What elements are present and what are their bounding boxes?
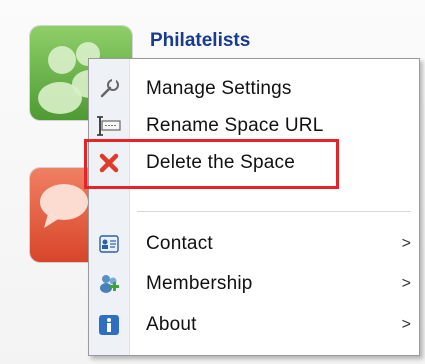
submenu-arrow-icon: > bbox=[401, 316, 411, 333]
context-menu: Manage Settings Rename Space URL Delete … bbox=[88, 58, 420, 356]
contact-card-icon bbox=[89, 234, 129, 254]
delete-highlight-box bbox=[84, 139, 339, 189]
menu-item-label: Contact bbox=[146, 233, 213, 254]
info-icon bbox=[89, 314, 129, 336]
space-title[interactable]: Philatelists bbox=[150, 30, 250, 52]
menu-item-membership[interactable]: Membership > bbox=[89, 266, 419, 302]
menu-item-label: Membership bbox=[146, 273, 253, 294]
menu-item-about[interactable]: About > bbox=[89, 307, 419, 343]
menu-item-label: Rename Space URL bbox=[146, 115, 324, 136]
rename-url-icon bbox=[89, 115, 129, 137]
menu-item-manage-settings[interactable]: Manage Settings bbox=[89, 71, 419, 107]
menu-item-label: About bbox=[146, 314, 197, 335]
menu-item-contact[interactable]: Contact > bbox=[89, 226, 419, 262]
menu-item-label: Manage Settings bbox=[146, 78, 292, 99]
menu-separator bbox=[137, 211, 411, 212]
membership-icon bbox=[89, 273, 129, 295]
submenu-arrow-icon: > bbox=[401, 275, 411, 292]
submenu-arrow-icon: > bbox=[401, 235, 411, 252]
wrench-icon bbox=[89, 78, 129, 100]
